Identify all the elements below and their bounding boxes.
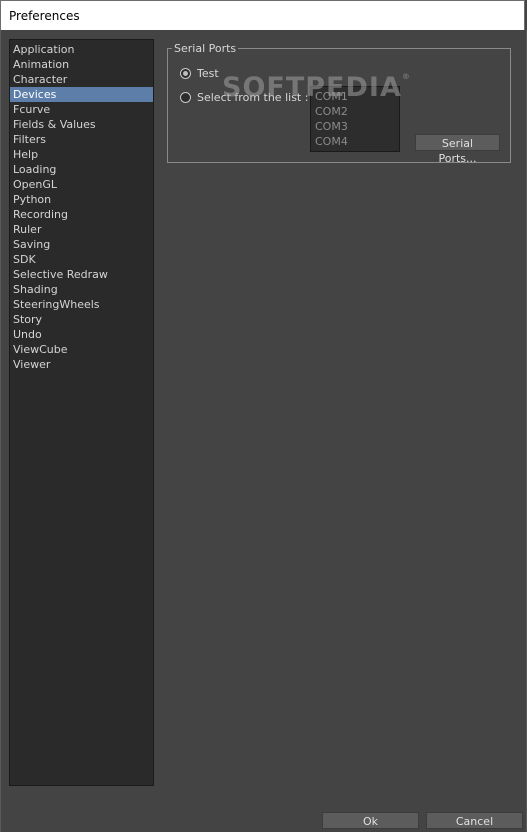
serial-ports-group-title: Serial Ports xyxy=(172,42,239,55)
radio-test-row[interactable]: Test xyxy=(180,66,219,80)
ok-button[interactable]: Ok xyxy=(322,812,419,829)
sidebar-item-saving[interactable]: Saving xyxy=(10,237,153,252)
sidebar-item-sdk[interactable]: SDK xyxy=(10,252,153,267)
window-title: Preferences xyxy=(9,9,80,23)
sidebar-item-animation[interactable]: Animation xyxy=(10,57,153,72)
sidebar-item-ruler[interactable]: Ruler xyxy=(10,222,153,237)
sidebar-item-viewer[interactable]: Viewer xyxy=(10,357,153,372)
window-title-bar: Preferences xyxy=(0,0,525,30)
sidebar-item-application[interactable]: Application xyxy=(10,42,153,57)
radio-select-from-list[interactable] xyxy=(180,91,191,103)
sidebar-item-filters[interactable]: Filters xyxy=(10,132,153,147)
sidebar-item-steeringwheels[interactable]: SteeringWheels xyxy=(10,297,153,312)
sidebar-item-shading[interactable]: Shading xyxy=(10,282,153,297)
sidebar-item-character[interactable]: Character xyxy=(10,72,153,87)
category-list[interactable]: Application Animation Character Devices … xyxy=(9,39,154,786)
cancel-button[interactable]: Cancel xyxy=(426,812,523,829)
sidebar-item-recording[interactable]: Recording xyxy=(10,207,153,222)
sidebar-item-python[interactable]: Python xyxy=(10,192,153,207)
sidebar-item-fcurve[interactable]: Fcurve xyxy=(10,102,153,117)
radio-select-label: Select from the list : xyxy=(197,90,309,104)
list-item-com1[interactable]: COM1 xyxy=(311,89,399,104)
sidebar-item-fields-values[interactable]: Fields & Values xyxy=(10,117,153,132)
list-item-com4[interactable]: COM4 xyxy=(311,134,399,149)
sidebar-item-story[interactable]: Story xyxy=(10,312,153,327)
sidebar-item-opengl[interactable]: OpenGL xyxy=(10,177,153,192)
sidebar-item-selective-redraw[interactable]: Selective Redraw xyxy=(10,267,153,282)
sidebar-item-undo[interactable]: Undo xyxy=(10,327,153,342)
radio-select-row[interactable]: Select from the list : xyxy=(180,90,308,104)
list-item-com3[interactable]: COM3 xyxy=(311,119,399,134)
radio-test-label: Test xyxy=(197,66,219,80)
list-item-com2[interactable]: COM2 xyxy=(311,104,399,119)
sidebar-item-loading[interactable]: Loading xyxy=(10,162,153,177)
sidebar-item-help[interactable]: Help xyxy=(10,147,153,162)
radio-test[interactable] xyxy=(180,67,191,79)
sidebar-item-viewcube[interactable]: ViewCube xyxy=(10,342,153,357)
sidebar-item-devices[interactable]: Devices xyxy=(10,87,153,102)
com-port-list[interactable]: COM1 COM2 COM3 COM4 xyxy=(310,86,400,152)
serial-ports-button[interactable]: Serial Ports... xyxy=(415,134,500,165)
